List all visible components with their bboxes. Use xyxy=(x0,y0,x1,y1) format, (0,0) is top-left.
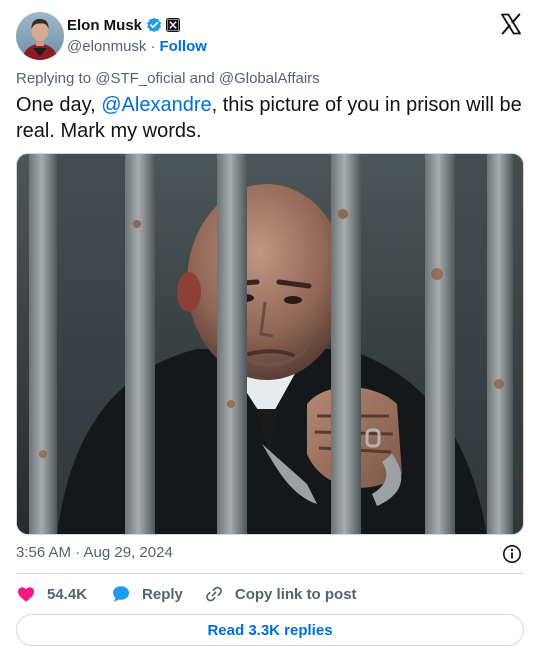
heart-icon xyxy=(18,587,34,602)
author-identity: Elon Musk @elonmusk · Follow xyxy=(67,15,207,56)
reply-button[interactable]: Reply xyxy=(111,584,183,604)
info-icon[interactable] xyxy=(502,544,522,564)
post-text-start: One day, xyxy=(16,94,102,116)
x-logo-icon[interactable] xyxy=(499,12,523,36)
post-timestamp[interactable]: 3:56 AM · Aug 29, 2024 xyxy=(16,544,173,561)
post-text: One day, @Alexandre, this picture of you… xyxy=(16,92,524,144)
copy-link-button[interactable]: Copy link to post xyxy=(204,584,357,604)
divider xyxy=(16,573,524,574)
reply-joiner: and xyxy=(185,70,219,87)
verified-badge-icon xyxy=(146,17,162,33)
copy-link-label: Copy link to post xyxy=(234,585,357,603)
separator: · xyxy=(150,37,156,55)
like-button[interactable]: 54.4K xyxy=(16,584,87,604)
like-count: 54.4K xyxy=(47,585,88,603)
reply-label: Reply xyxy=(142,585,183,603)
read-replies-button[interactable]: Read 3.3K replies xyxy=(16,614,524,646)
avatar[interactable] xyxy=(16,12,64,60)
link-icon xyxy=(205,586,222,602)
post-image[interactable] xyxy=(16,153,524,535)
author-name[interactable]: Elon Musk xyxy=(67,17,142,34)
follow-button[interactable]: Follow xyxy=(159,38,207,55)
handle-row: @elonmusk · Follow xyxy=(67,36,207,56)
action-bar: 54.4K Reply Copy link to post xyxy=(16,584,357,604)
x-affiliate-badge-icon xyxy=(166,18,181,32)
mention-link[interactable]: @Alexandre xyxy=(101,94,211,116)
post-header: Elon Musk @elonmusk · Follow xyxy=(16,12,524,60)
author-handle[interactable]: @elonmusk xyxy=(67,38,146,55)
reply-user-link[interactable]: @STF_oficial xyxy=(95,70,185,87)
reply-context: Replying to @STF_oficial and @GlobalAffa… xyxy=(16,70,320,87)
name-row: Elon Musk xyxy=(67,15,207,35)
embedded-post-card: Elon Musk @elonmusk · Follow Replying to… xyxy=(0,0,540,661)
reply-bubble-icon xyxy=(113,586,130,602)
reply-user-link[interactable]: @GlobalAffairs xyxy=(219,70,320,87)
reply-prefix: Replying to xyxy=(16,70,96,87)
